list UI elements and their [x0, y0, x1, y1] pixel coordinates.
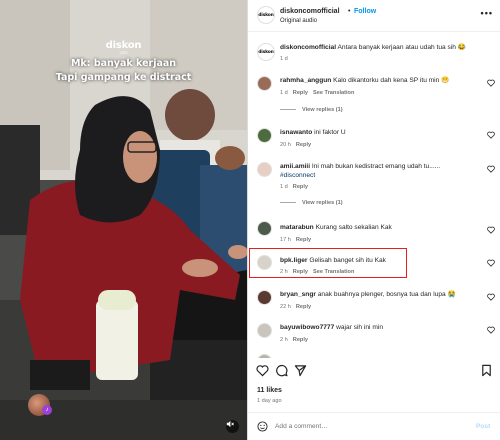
video-caption-line2: Tapi gampang ke distract [55, 72, 192, 83]
header-dot: • [348, 8, 351, 15]
comment-text: Ini mah bukan kedistract emang udah tu..… [311, 163, 441, 170]
avatar[interactable] [257, 221, 272, 236]
header-username[interactable]: diskoncomofficial [280, 8, 340, 15]
avatar[interactable]: diskon [257, 43, 275, 61]
list-item: amii.amiii Ini mah bukan kedistract eman… [280, 163, 480, 180]
audio-link[interactable]: Original audio [280, 18, 317, 24]
comment-time: 20 h [280, 142, 291, 148]
list-item: isnawanto ini faktor U [280, 129, 480, 138]
comment-username[interactable]: bryan_sngr [280, 291, 316, 298]
comment-meta: 2 h Reply [280, 337, 308, 343]
add-comment-bar: Add a comment… Post [248, 412, 500, 440]
more-icon[interactable]: ••• [481, 8, 493, 18]
comment-text: Kurang salto sekalian Kak [315, 224, 392, 231]
comment-time: 1 d [280, 184, 288, 190]
comment-meta: 1 d Reply See Translation [280, 90, 354, 96]
post-button[interactable]: Post [476, 423, 490, 430]
heart-icon[interactable] [487, 131, 495, 139]
view-replies-button[interactable]: View replies (1) [280, 200, 343, 206]
avatar[interactable]: diskon [257, 6, 275, 24]
comment-meta: 17 h Reply [280, 237, 311, 243]
avatar[interactable] [257, 128, 272, 143]
reply-button[interactable]: Reply [293, 337, 308, 343]
avatar[interactable] [257, 290, 272, 305]
comment-text: anak buahnya plenger, bosnya tua dan lup… [317, 291, 456, 298]
list-item: rahmha_anggun Kalo dikantorku dah kena S… [280, 77, 480, 86]
reply-button[interactable]: Reply [296, 304, 311, 310]
comment-meta: 1 d Reply [280, 184, 308, 190]
highlight-box [249, 248, 407, 278]
video-watermark: diskon com [105, 40, 142, 55]
video-panel[interactable]: diskon com Mk: banyak kerjaan Tapi gampan… [0, 0, 247, 440]
view-replies-button[interactable]: View replies (1) [280, 107, 343, 113]
caption: diskoncomofficial Antara banyak kerjaan … [280, 44, 480, 53]
comment-time: 2 h [280, 337, 288, 343]
comment-icon[interactable] [275, 364, 288, 377]
comment-meta: 1 d [280, 56, 288, 62]
post-sidebar: diskon diskoncomofficial • Follow Origin… [247, 0, 500, 440]
heart-icon[interactable] [487, 226, 495, 234]
avatar[interactable] [257, 76, 272, 91]
instagram-post-view: diskon com Mk: banyak kerjaan Tapi gampan… [0, 0, 500, 440]
comment-username[interactable]: amii.amiii [280, 163, 310, 170]
comment-time: 17 h [280, 237, 291, 243]
bookmark-icon[interactable] [480, 364, 493, 377]
share-icon[interactable] [294, 364, 307, 377]
reply-button[interactable]: Reply [293, 90, 308, 96]
post-header: diskon diskoncomofficial • Follow Origin… [248, 0, 500, 32]
comment-text: wajar sih ini min [336, 324, 383, 331]
heart-icon[interactable] [487, 293, 495, 301]
reply-button[interactable]: Reply [296, 142, 311, 148]
reply-button[interactable]: Reply [293, 184, 308, 190]
comment-username[interactable]: bayuwibowo7777 [280, 324, 334, 331]
comment-text: ini faktor U [314, 129, 346, 136]
comment-username[interactable]: diskoncomofficial [280, 44, 336, 51]
follow-button[interactable]: Follow [354, 8, 376, 15]
comment-time: 22 h [280, 304, 291, 310]
heart-icon[interactable] [487, 165, 495, 173]
comment-input[interactable]: Add a comment… [275, 423, 328, 430]
list-item: bryan_sngr anak buahnya plenger, bosnya … [280, 291, 480, 300]
avatar[interactable] [257, 354, 272, 358]
heart-icon[interactable] [487, 326, 495, 334]
emoji-icon[interactable] [257, 421, 268, 432]
avatar[interactable] [257, 162, 272, 177]
comment-username[interactable]: rahmha_anggun [280, 77, 331, 84]
post-date: 1 day ago [257, 398, 282, 404]
video-caption-line1: Mk: banyak kerjaan [70, 58, 177, 69]
comment-text: Antara banyak kerjaan atau udah tua sih … [337, 44, 466, 51]
see-translation-button[interactable]: See Translation [313, 90, 354, 96]
heart-icon[interactable] [487, 79, 495, 87]
comment-username[interactable]: isnawanto [280, 129, 312, 136]
hashtag-link[interactable]: #disconnect [280, 172, 315, 179]
comment-time: 1 d [280, 90, 288, 96]
comments-list[interactable]: diskon diskoncomofficial Antara banyak k… [248, 32, 500, 358]
heart-icon[interactable] [487, 259, 495, 267]
heart-icon[interactable] [256, 364, 269, 377]
comment-time: 1 d [280, 56, 288, 62]
reply-button[interactable]: Reply [296, 237, 311, 243]
list-item: bayuwibowo7777 wajar sih ini min [280, 324, 480, 333]
likes-count[interactable]: 11 likes [257, 387, 282, 394]
mute-icon[interactable] [226, 420, 239, 433]
comment-meta: 20 h Reply [280, 142, 311, 148]
action-bar [248, 362, 500, 380]
avatar[interactable] [257, 323, 272, 338]
list-item: matarabun Kurang salto sekalian Kak [280, 224, 480, 233]
comment-meta: 22 h Reply [280, 304, 311, 310]
audio-badge-icon: ♪ [42, 405, 52, 415]
comment-username[interactable]: matarabun [280, 224, 314, 231]
comment-text: Kalo dikantorku dah kena SP itu min 😬 [333, 77, 450, 84]
